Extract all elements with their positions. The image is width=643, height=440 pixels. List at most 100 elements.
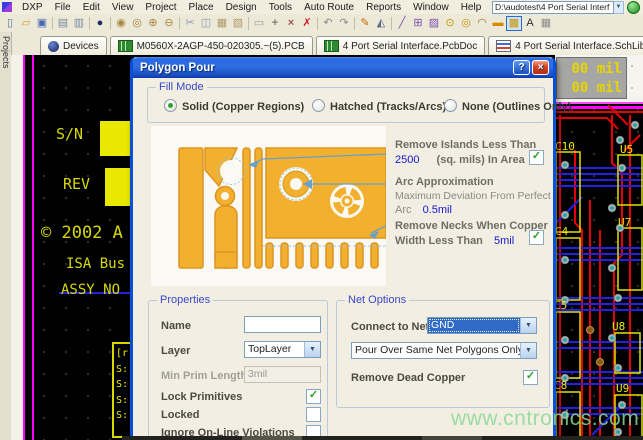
neck-width-value[interactable]: 5mil [494, 235, 514, 247]
workspace-panel-icon[interactable]: ● [92, 16, 108, 31]
devices-sphere-icon [48, 41, 59, 52]
min-prim-length-label: Min Prim Length [161, 370, 247, 382]
tab-label: M0560X-2AGP-450-020305.~(5).PCB [137, 41, 305, 52]
layer-tab-strip[interactable] [122, 436, 643, 440]
place-via-icon[interactable]: ◎ [458, 16, 474, 31]
place-grid-icon[interactable]: ▦ [538, 16, 554, 31]
tab-devices[interactable]: Devices [40, 36, 107, 55]
tab-pcbdoc-serial-interface[interactable]: 4 Port Serial Interface.PcbDoc [316, 36, 486, 55]
properties-group: Properties Name Layer TopLayer ▼ Min Pri… [148, 300, 328, 440]
place-room-icon[interactable]: ▨ [426, 16, 442, 31]
copy-icon[interactable]: ◫ [198, 16, 214, 31]
print-preview-icon[interactable]: ▥ [71, 16, 87, 31]
annotation-text: Width Less Than [395, 235, 483, 247]
dialog-title-bar[interactable]: Polygon Pour ? × [133, 57, 553, 78]
menu-project[interactable]: Project [139, 2, 182, 13]
remove-islands-checkbox[interactable]: ✓ [529, 150, 544, 165]
zoom-area-icon[interactable]: ◎ [129, 16, 145, 31]
locked-checkbox[interactable] [306, 407, 321, 422]
cut-icon[interactable]: ✂ [182, 16, 198, 31]
print-icon[interactable]: ▤ [55, 16, 71, 31]
board-outline-left [23, 55, 25, 440]
tab-label: 4 Port Serial Interface.SchLib * [515, 41, 643, 52]
place-component-icon[interactable]: ⊞ [410, 16, 426, 31]
place-pad-icon[interactable]: ⊙ [442, 16, 458, 31]
menu-design[interactable]: Design [220, 2, 263, 13]
help-globe-icon[interactable] [627, 1, 640, 14]
pour-over-select[interactable]: Pour Over Same Net Polygons Only ▼ [351, 342, 537, 359]
radio-label: None (Outlines Only) [462, 101, 571, 113]
radio-icon [164, 99, 177, 112]
menu-auto-route[interactable]: Auto Route [298, 2, 360, 13]
chevron-down-icon[interactable]: ▼ [520, 343, 536, 358]
chevron-down-icon[interactable]: ▼ [304, 342, 320, 357]
radio-icon [312, 99, 325, 112]
fill-mode-none-radio[interactable]: None (Outlines Only) [444, 99, 571, 113]
remove-necks-checkbox[interactable]: ✓ [529, 230, 544, 245]
projects-panel-tab[interactable]: Projects [1, 36, 11, 69]
place-fill-icon[interactable]: ▬ [490, 16, 506, 31]
menu-tools[interactable]: Tools [263, 2, 298, 13]
paste-array-icon[interactable]: ▧ [230, 16, 246, 31]
tab-pcb-m0560x[interactable]: M0560X-2AGP-450-020305.~(5).PCB [110, 36, 313, 55]
layer-select[interactable]: TopLayer ▼ [244, 341, 321, 358]
pcb-document-icon [324, 40, 339, 52]
paste-icon[interactable]: ▦ [214, 16, 230, 31]
radio-label: Hatched (Tracks/Arcs) [330, 101, 446, 113]
place-arc-icon[interactable]: ◠ [474, 16, 490, 31]
clear-filter-icon[interactable]: ✗ [299, 16, 315, 31]
move-selection-icon[interactable]: + [267, 16, 283, 31]
interactive-routing-icon[interactable]: ✎ [357, 16, 373, 31]
annotation-heading: Remove Islands Less Than [395, 139, 536, 151]
open-document-icon[interactable]: ▱ [18, 16, 34, 31]
zoom-window-icon[interactable]: ◉ [113, 16, 129, 31]
menu-window[interactable]: Window [407, 2, 455, 13]
name-input[interactable] [244, 316, 321, 333]
arc-deviation-value[interactable]: 0.5mil [423, 204, 452, 216]
lock-primitives-checkbox[interactable]: ✓ [306, 389, 321, 404]
dialog-close-button[interactable]: × [532, 60, 549, 75]
connect-to-net-select[interactable]: GND ▼ [427, 317, 537, 334]
save-document-icon[interactable]: ▣ [34, 16, 50, 31]
redo-icon[interactable]: ↷ [336, 16, 352, 31]
tab-schlib-serial-interface[interactable]: 4 Port Serial Interface.SchLib * [488, 36, 643, 55]
toolbar-separator [248, 17, 249, 30]
menu-dxp[interactable]: DXP [16, 2, 49, 13]
menu-view[interactable]: View [106, 2, 140, 13]
fill-mode-solid-radio[interactable]: Solid (Copper Regions) [164, 99, 304, 113]
arc-approximation-annotation: Arc Approximation Maximum Deviation From… [395, 176, 551, 216]
readout-line: 00 mil [557, 60, 622, 79]
deselect-all-icon[interactable]: × [283, 16, 299, 31]
undo-icon[interactable]: ↶ [320, 16, 336, 31]
remove-dead-copper-label: Remove Dead Copper [351, 372, 465, 384]
dxp-logo-icon [2, 2, 12, 12]
dialog-help-button[interactable]: ? [513, 60, 530, 75]
zoom-in-icon[interactable]: ⊕ [145, 16, 161, 31]
place-line-icon[interactable]: ╱ [394, 16, 410, 31]
select-area-icon[interactable]: ▭ [251, 16, 267, 31]
fill-mode-hatched-radio[interactable]: Hatched (Tracks/Arcs) [312, 99, 446, 113]
coordinate-readout-panel: 00 mil 00 mil [556, 57, 627, 99]
chevron-down-icon[interactable]: ▼ [520, 318, 536, 333]
document-path-combo[interactable]: D:\audotest\4 Port Serial Interf [492, 1, 614, 14]
connect-to-net-value: GND [428, 318, 520, 333]
zoom-out-icon[interactable]: ⊖ [161, 16, 177, 31]
remove-dead-copper-checkbox[interactable]: ✓ [523, 370, 538, 385]
menu-file[interactable]: File [49, 2, 77, 13]
menu-edit[interactable]: Edit [77, 2, 106, 13]
combo-dropdown-icon[interactable]: ▼ [614, 1, 624, 14]
menu-bar: DXP File Edit View Project Place Design … [0, 0, 643, 15]
sheet-margin [11, 55, 23, 440]
toolbar-separator [179, 17, 180, 30]
place-string-icon[interactable]: A [522, 16, 538, 31]
svg-text:U7: U7 [618, 216, 631, 229]
menu-place[interactable]: Place [183, 2, 220, 13]
keepout-line-left [32, 55, 34, 440]
menu-help[interactable]: Help [455, 2, 488, 13]
place-polygon-pour-icon[interactable]: ▩ [506, 16, 522, 31]
islands-area-value[interactable]: 2500 [395, 154, 419, 166]
pcb-traces-graphic: C10 U5 C4 U7 C5 U8 C8 U9 [552, 105, 643, 440]
find-similar-icon[interactable]: ◭ [373, 16, 389, 31]
menu-reports[interactable]: Reports [360, 2, 407, 13]
new-document-icon[interactable]: ▯ [2, 16, 18, 31]
